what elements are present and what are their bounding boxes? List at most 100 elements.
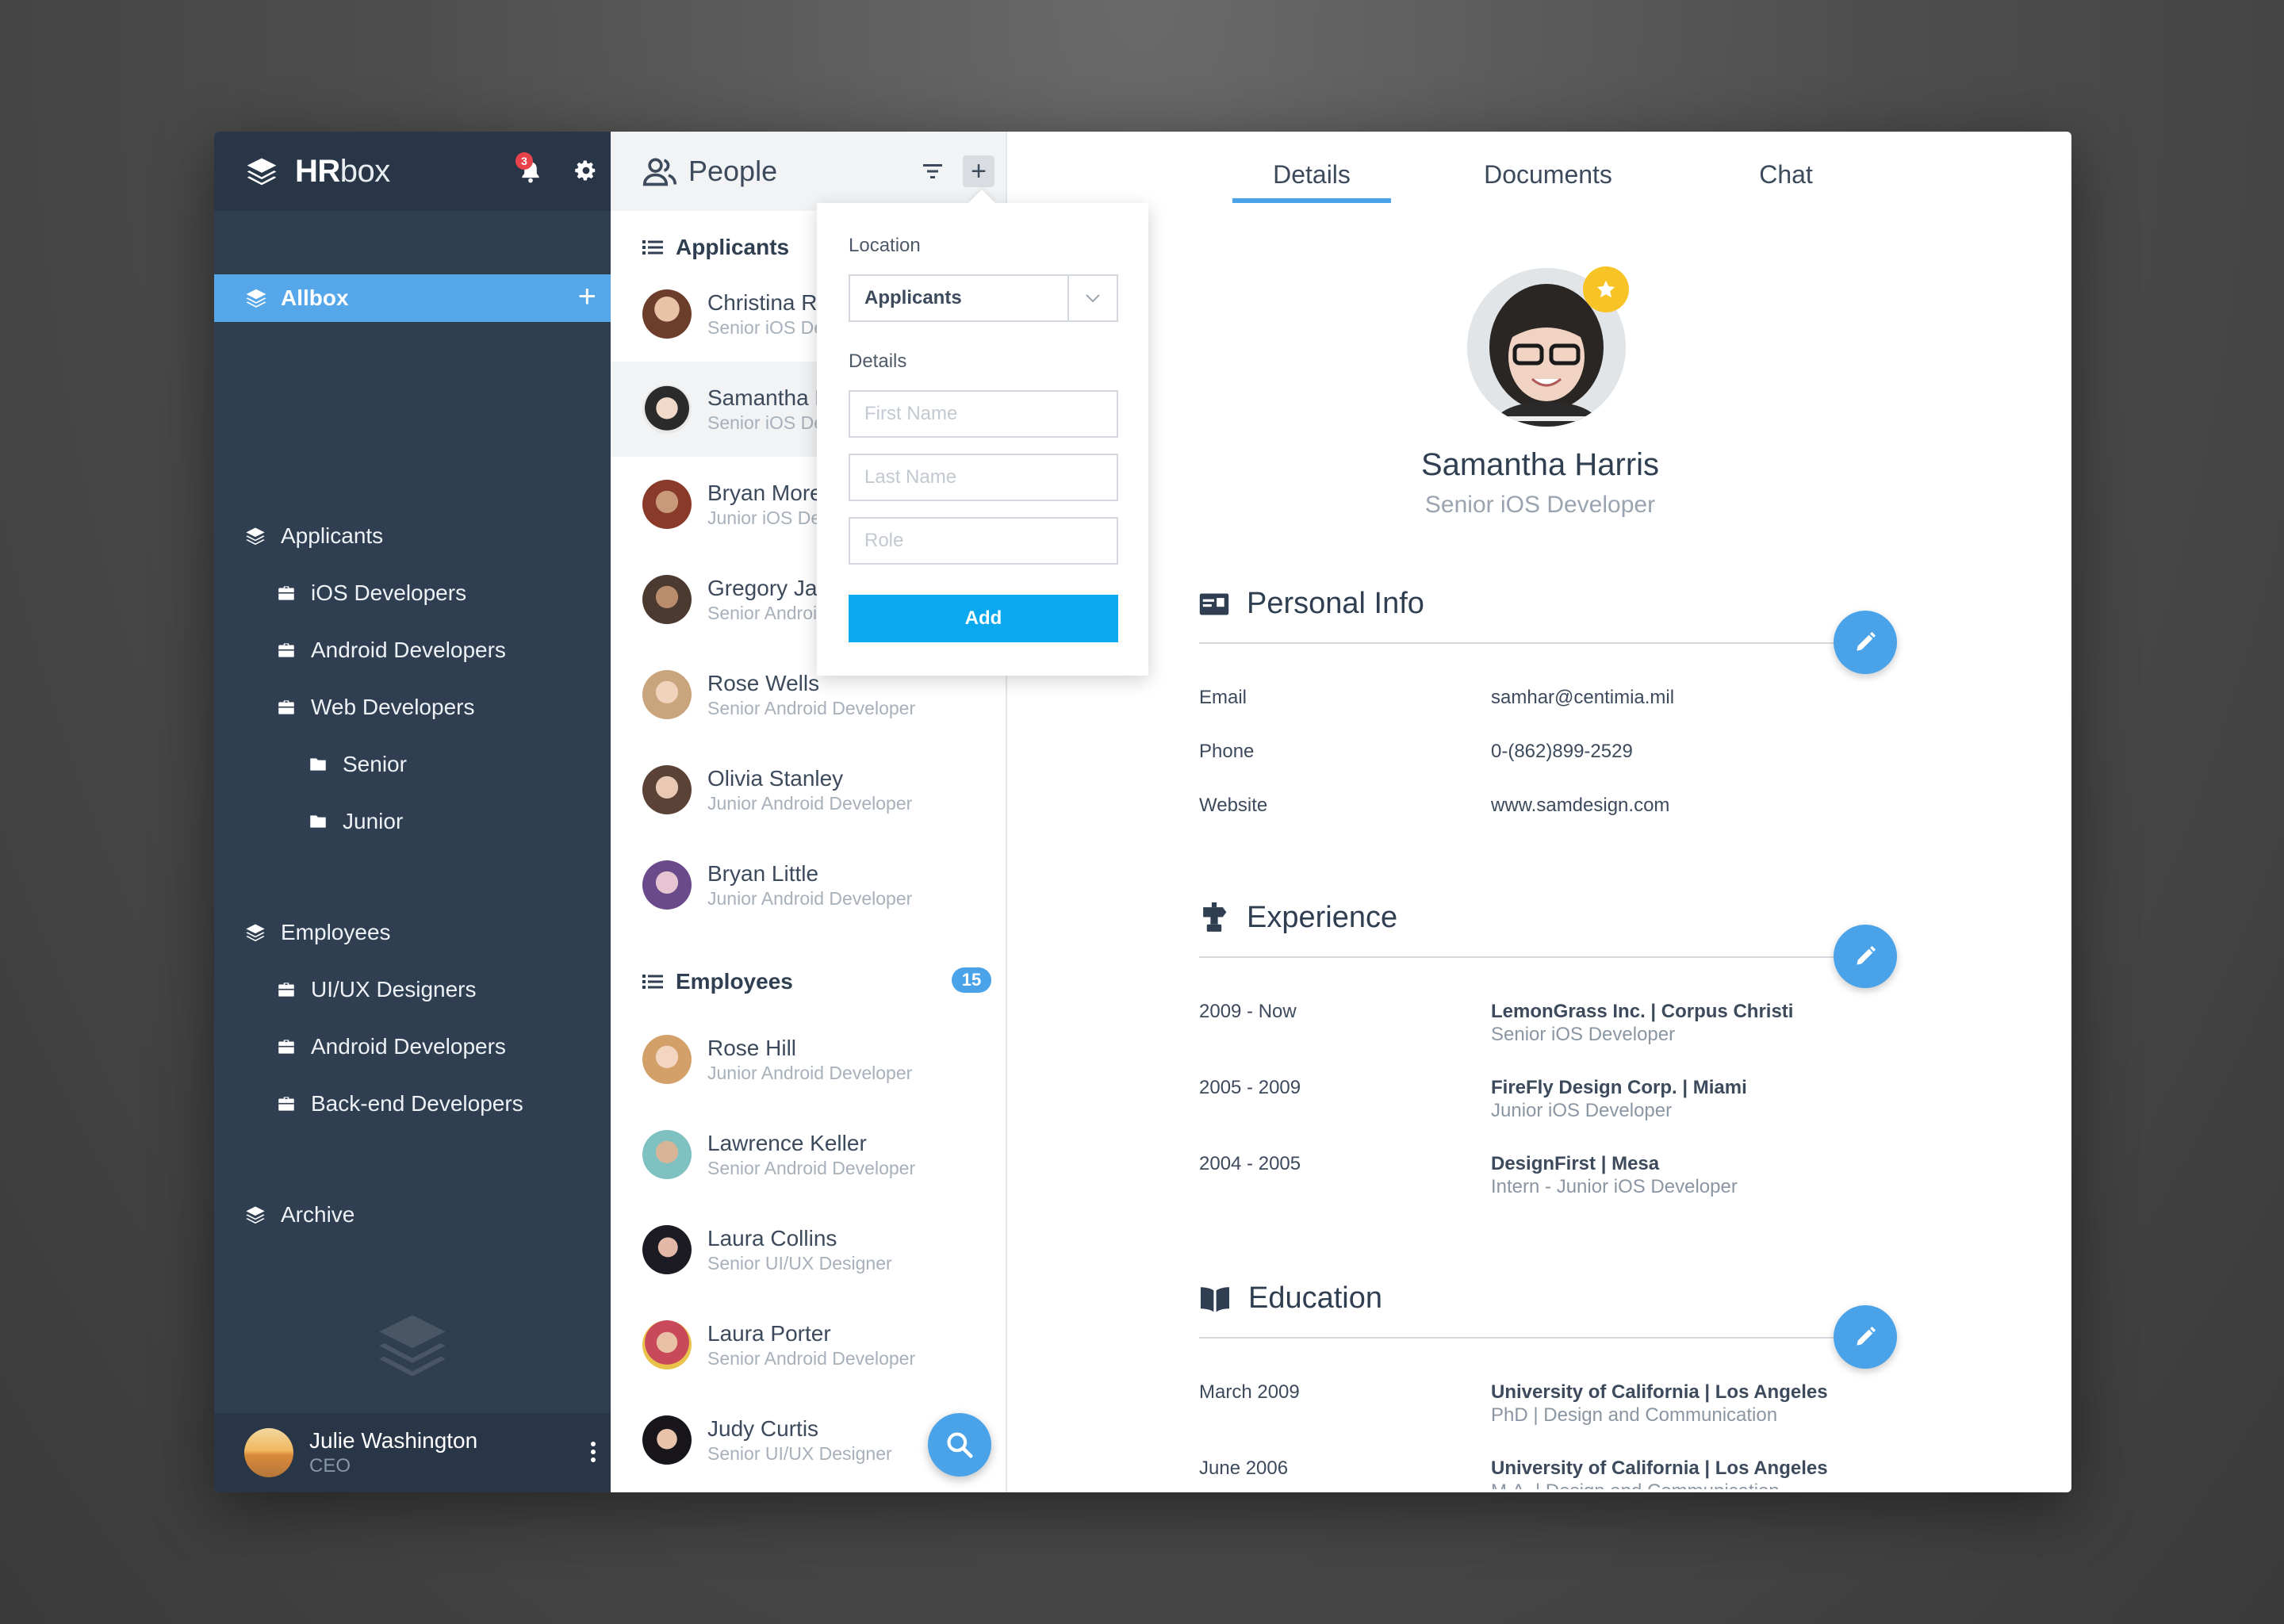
phone-label: Phone xyxy=(1199,741,1255,762)
person-role: Senior UI/UX Designer xyxy=(707,1252,892,1274)
person-name: Judy Curtis xyxy=(707,1415,819,1441)
details-panel: Details Documents Chat Samantha Harris S… xyxy=(1009,132,2071,1492)
sidebar-item-ios-developers[interactable]: iOS Developers xyxy=(276,580,466,606)
id-card-icon xyxy=(1199,593,1229,615)
profile-name: Samantha Harris xyxy=(1420,447,1660,482)
add-box-button[interactable]: + xyxy=(578,281,596,312)
experience-title: Experience xyxy=(1199,901,1397,935)
sidebar-item-label: Junior xyxy=(343,809,404,833)
pencil-icon xyxy=(1857,945,1876,965)
avatar xyxy=(642,670,692,719)
avatar xyxy=(642,385,692,434)
sidebar-item-label: iOS Developers xyxy=(311,580,467,605)
app-brand[interactable]: HRbox xyxy=(295,154,390,190)
section-label: Applicants xyxy=(676,235,790,259)
sidebar-item-web-developers[interactable]: Web Developers xyxy=(276,695,474,720)
sidebar-item-label: Back-end Developers xyxy=(311,1091,523,1116)
list-item[interactable]: Olivia Stanley Junior Android Developer xyxy=(611,742,1006,837)
current-user[interactable]: Julie Washington CEO xyxy=(214,1413,611,1492)
employees-count-badge: 15 xyxy=(952,967,991,993)
sidebar-item-label: Allbox xyxy=(281,285,349,310)
list-item[interactable]: Lawrence Keller Senior Android Developer xyxy=(611,1107,1006,1202)
folder-icon xyxy=(310,815,326,828)
sidebar-item-archive[interactable]: Archive xyxy=(244,1202,354,1228)
briefcase-icon xyxy=(278,700,294,714)
favorite-star-badge[interactable] xyxy=(1583,266,1629,312)
book-icon xyxy=(1201,1286,1229,1312)
search-button[interactable] xyxy=(928,1413,991,1477)
list-item[interactable]: Gregory JamesSenior Android Developer xyxy=(611,552,841,647)
sidebar-item-android-developers[interactable]: Android Developers xyxy=(276,638,506,663)
filter-icon[interactable] xyxy=(922,162,944,181)
divider xyxy=(1199,1337,1873,1339)
panel-title: People xyxy=(688,155,778,187)
kebab-icon[interactable] xyxy=(590,1440,596,1464)
person-role: Junior Android Developer xyxy=(707,1062,913,1083)
list-item[interactable]: Christina RoSenior iOS Developer xyxy=(611,266,841,362)
sidebar-item-label: Web Developers xyxy=(311,695,475,719)
briefcase-icon xyxy=(278,643,294,657)
sidebar-item-allbox[interactable]: Allbox + xyxy=(214,274,611,322)
edit-personal-info-button[interactable] xyxy=(1834,611,1897,674)
layers-watermark-icon xyxy=(379,1315,446,1377)
layers-icon xyxy=(247,158,277,186)
profile-role: Senior iOS Developer xyxy=(1424,492,1656,518)
person-role: Senior UI/UX Designer xyxy=(707,1442,892,1464)
edit-experience-button[interactable] xyxy=(1834,925,1897,988)
sidebar-item-employees[interactable]: Employees xyxy=(244,920,391,945)
gear-icon[interactable] xyxy=(574,159,598,182)
person-role: Senior Android Developer xyxy=(707,697,916,718)
avatar xyxy=(642,765,692,814)
email-value[interactable]: samhar@centimia.mil xyxy=(1491,687,1674,710)
experience-period: 2004 - 2005 xyxy=(1199,1153,1301,1174)
avatar xyxy=(642,1320,692,1369)
divider xyxy=(1199,642,1873,644)
education-title: Education xyxy=(1199,1281,1382,1316)
layers-icon xyxy=(246,527,265,546)
sidebar-item-label: Applicants xyxy=(281,523,384,548)
avatar xyxy=(642,1415,692,1465)
sidebar-item-label: Archive xyxy=(281,1202,355,1227)
sidebar-item-uiux-designers[interactable]: UI/UX Designers xyxy=(276,977,477,1002)
employees-heading[interactable]: Employees xyxy=(642,969,793,994)
sidebar-item-backend-developers[interactable]: Back-end Developers xyxy=(276,1091,523,1116)
list-item[interactable]: Rose Hill Junior Android Developer xyxy=(611,1012,1006,1107)
experience-entry: FireFly Design Corp. | Miami Junior iOS D… xyxy=(1491,1077,1747,1121)
briefcase-icon xyxy=(278,982,294,997)
list-icon xyxy=(642,240,663,255)
avatar xyxy=(642,289,692,339)
sidebar-item-senior[interactable]: Senior xyxy=(308,752,407,777)
list-item[interactable]: Bryan Little Junior Android Developer xyxy=(611,837,1006,933)
star-icon xyxy=(1596,280,1615,298)
person-name: Lawrence Keller xyxy=(707,1130,867,1155)
section-title-label: Experience xyxy=(1247,901,1398,934)
folder-icon xyxy=(310,758,326,771)
person-name: Rose Hill xyxy=(707,1035,797,1060)
location-label: Location xyxy=(849,235,921,256)
section-label: Employees xyxy=(676,969,793,994)
phone-value[interactable]: 0-(862)899-2529 xyxy=(1491,741,1633,764)
applicants-heading[interactable]: Applicants xyxy=(642,235,789,260)
sidebar-item-applicants[interactable]: Applicants xyxy=(244,523,383,549)
edit-education-button[interactable] xyxy=(1834,1305,1897,1369)
website-value[interactable]: www.samdesign.com xyxy=(1491,795,1669,818)
tab-documents[interactable]: Documents xyxy=(1453,160,1643,190)
tab-chat[interactable]: Chat xyxy=(1707,160,1865,190)
pencil-icon xyxy=(1857,1326,1876,1346)
section-title-label: Education xyxy=(1248,1281,1383,1315)
website-label: Website xyxy=(1199,795,1268,816)
list-item[interactable]: Laura Porter Senior Android Developer xyxy=(611,1297,1006,1392)
sidebar-item-android-developers-emp[interactable]: Android Developers xyxy=(276,1034,506,1059)
list-item[interactable]: Bryan MorenoJunior iOS Developer xyxy=(611,457,841,552)
add-person-button[interactable]: + xyxy=(963,155,994,187)
avatar xyxy=(642,575,692,624)
briefcase-icon xyxy=(278,1040,294,1054)
list-item[interactable]: Laura Collins Senior UI/UX Designer xyxy=(611,1202,1006,1297)
email-label: Email xyxy=(1199,687,1247,708)
avatar xyxy=(642,480,692,529)
tab-details[interactable]: Details xyxy=(1232,160,1391,190)
people-header: People + xyxy=(611,132,1006,211)
avatar xyxy=(642,1225,692,1274)
sidebar-item-label: Senior xyxy=(343,752,407,776)
sidebar-item-junior[interactable]: Junior xyxy=(308,809,403,834)
